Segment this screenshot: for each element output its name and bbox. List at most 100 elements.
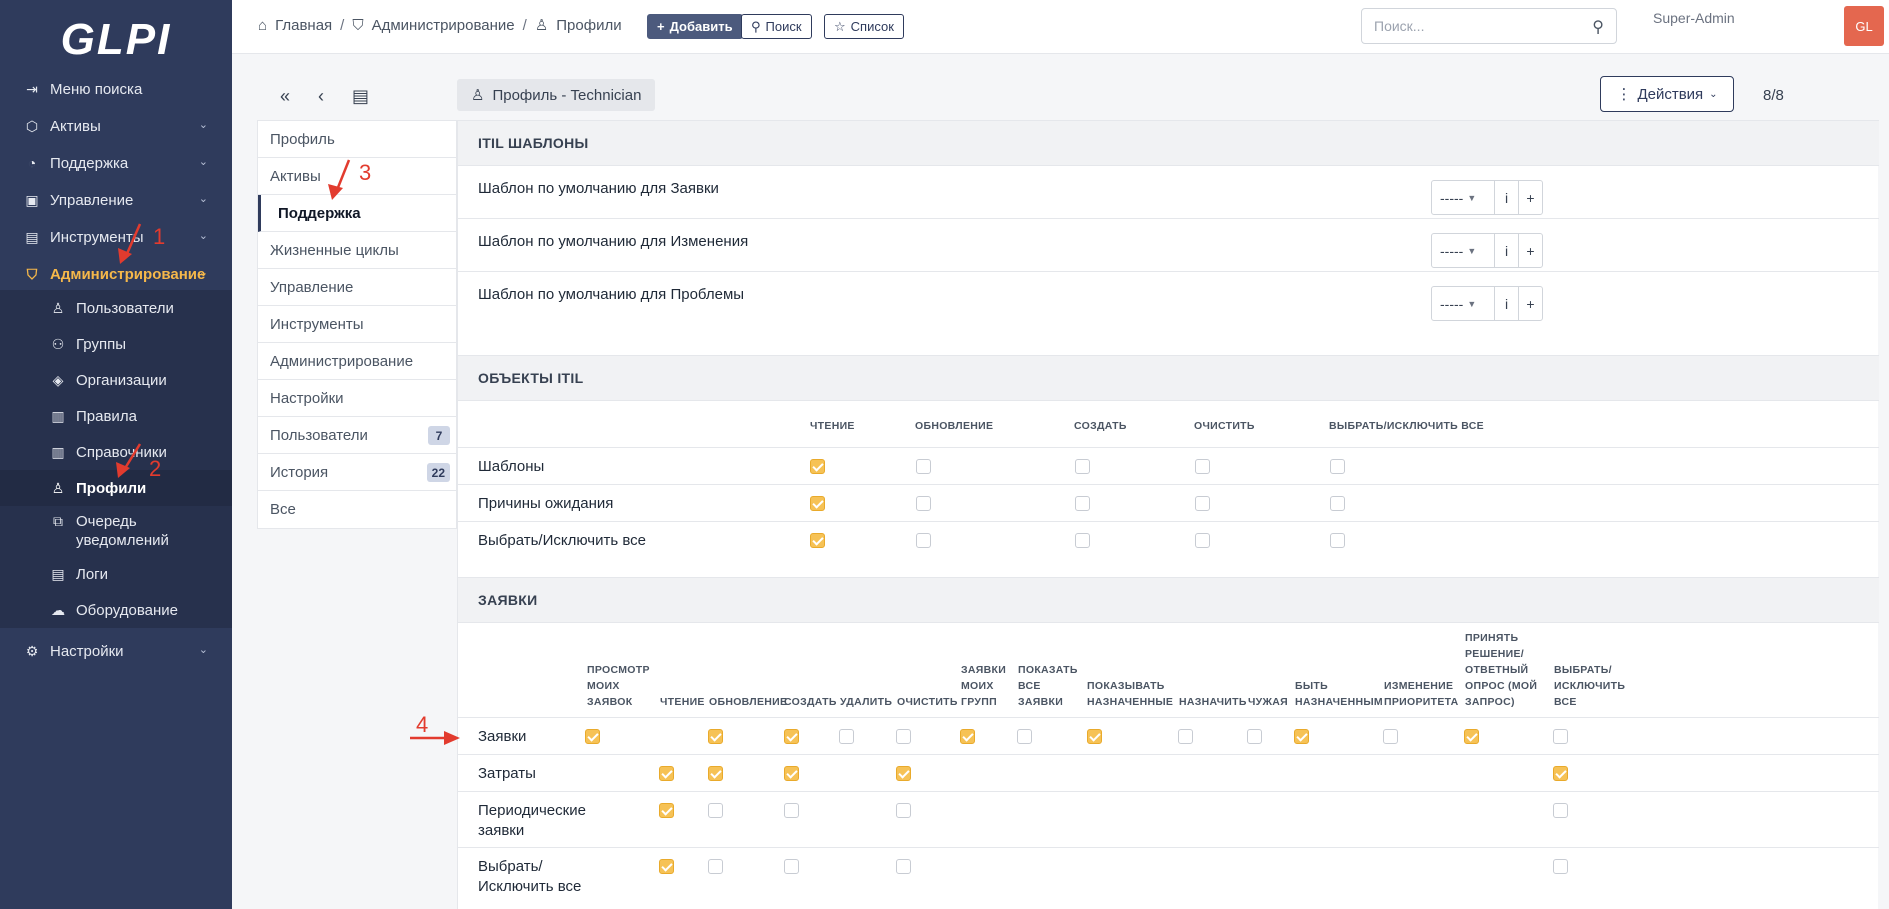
section-header-itil-objects: ОБЪЕКТЫ ITIL: [458, 355, 1879, 401]
info-button[interactable]: i: [1494, 287, 1518, 320]
permission-checkbox[interactable]: [960, 729, 975, 744]
sidebar-item-tools[interactable]: ▤ Инструменты ⌄: [0, 219, 232, 255]
avatar[interactable]: GL: [1844, 6, 1884, 46]
permission-checkbox[interactable]: [810, 496, 825, 511]
permission-checkbox[interactable]: [810, 459, 825, 474]
permission-checkbox[interactable]: [1195, 496, 1210, 511]
actions-button[interactable]: ⋮ Действия ⌄: [1600, 76, 1734, 112]
tab-settings[interactable]: Настройки: [258, 380, 456, 417]
glpi-logo[interactable]: GLPI: [0, 0, 232, 80]
sidebar-subitem-logs[interactable]: ▤ Логи: [0, 556, 232, 592]
tab-history[interactable]: История 22: [258, 454, 456, 491]
tab-users[interactable]: Пользователи 7: [258, 417, 456, 454]
sidebar-item-search-menu[interactable]: ⇥ Меню поиска: [0, 71, 232, 107]
global-search-input[interactable]: Поиск... ⚲: [1361, 8, 1617, 44]
permission-checkbox[interactable]: [1553, 766, 1568, 781]
permission-checkbox[interactable]: [784, 729, 799, 744]
add-template-button[interactable]: +: [1518, 181, 1542, 214]
sidebar-item-administration[interactable]: ⛉ Администрирование ⌄: [0, 256, 232, 292]
permission-checkbox[interactable]: [784, 859, 799, 874]
sidebar-subitem-rules[interactable]: ▥ Правила: [0, 398, 232, 434]
permission-checkbox[interactable]: [839, 729, 854, 744]
permission-checkbox[interactable]: [1087, 729, 1102, 744]
add-button[interactable]: + Добавить: [647, 14, 743, 39]
breadcrumb-administration[interactable]: Администрирование: [372, 17, 515, 34]
ticket-template-select[interactable]: ----- ▼: [1432, 181, 1494, 214]
search-icon[interactable]: ⚲: [1592, 17, 1604, 37]
sidebar-item-assets[interactable]: ⬡ Активы ⌄: [0, 108, 232, 144]
permission-checkbox[interactable]: [708, 729, 723, 744]
permission-checkbox[interactable]: [1247, 729, 1262, 744]
info-button[interactable]: i: [1494, 181, 1518, 214]
permission-checkbox[interactable]: [1553, 803, 1568, 818]
change-template-select[interactable]: ----- ▼: [1432, 234, 1494, 267]
permission-checkbox[interactable]: [1195, 533, 1210, 548]
permission-checkbox[interactable]: [659, 803, 674, 818]
info-button[interactable]: i: [1494, 234, 1518, 267]
permission-checkbox[interactable]: [1195, 459, 1210, 474]
sidebar-item-management[interactable]: ▣ Управление ⌄: [0, 182, 232, 218]
permission-checkbox[interactable]: [1294, 729, 1309, 744]
tab-profile[interactable]: Профиль: [258, 121, 456, 158]
sidebar-subitem-users[interactable]: ♙ Пользователи: [0, 290, 232, 326]
permission-checkbox[interactable]: [784, 766, 799, 781]
list-button[interactable]: ☆ Список: [824, 14, 904, 39]
permission-checkbox[interactable]: [1330, 533, 1345, 548]
permission-checkbox[interactable]: [708, 803, 723, 818]
permission-checkbox[interactable]: [1075, 496, 1090, 511]
shield-icon: ⛉: [352, 16, 364, 34]
permission-checkbox[interactable]: [896, 803, 911, 818]
tab-assets[interactable]: Активы: [258, 158, 456, 195]
permission-checkbox[interactable]: [896, 729, 911, 744]
column-header: ОБНОВЛЕНИЕ: [709, 696, 788, 708]
permission-checkbox[interactable]: [708, 859, 723, 874]
tab-tools[interactable]: Инструменты: [258, 306, 456, 343]
previous-record-icon[interactable]: ‹: [318, 86, 324, 107]
permission-checkbox[interactable]: [896, 859, 911, 874]
permission-checkbox[interactable]: [916, 533, 931, 548]
profile-title-text: Профиль - Technician: [492, 86, 642, 104]
permission-checkbox[interactable]: [916, 496, 931, 511]
sidebar-subitem-entities[interactable]: ◈ Организации: [0, 362, 232, 398]
permission-checkbox[interactable]: [1383, 729, 1398, 744]
sidebar-item-settings[interactable]: ⚙ Настройки ⌄: [0, 633, 232, 669]
sidebar-subitem-groups[interactable]: ⚇ Группы: [0, 326, 232, 362]
permission-checkbox[interactable]: [896, 766, 911, 781]
permission-checkbox[interactable]: [784, 803, 799, 818]
sidebar-subitem-dropdowns[interactable]: ▥ Справочники: [0, 434, 232, 470]
list-view-icon[interactable]: ▤: [352, 86, 369, 107]
permission-checkbox[interactable]: [1553, 859, 1568, 874]
add-template-button[interactable]: +: [1518, 234, 1542, 267]
tab-administration[interactable]: Администрирование: [258, 343, 456, 380]
permission-checkbox[interactable]: [1553, 729, 1568, 744]
permission-checkbox[interactable]: [1330, 459, 1345, 474]
permission-checkbox[interactable]: [1075, 459, 1090, 474]
sidebar-subitem-notification-queue[interactable]: ⧉ Очередь уведомлений: [0, 508, 232, 554]
tab-all[interactable]: Все: [258, 491, 456, 528]
permission-checkbox[interactable]: [1330, 496, 1345, 511]
tab-life-cycles[interactable]: Жизненные циклы: [258, 232, 456, 269]
permission-checkbox[interactable]: [916, 459, 931, 474]
breadcrumb-profiles[interactable]: Профили: [556, 17, 621, 34]
permission-checkbox[interactable]: [1075, 533, 1090, 548]
search-button[interactable]: ⚲ Поиск: [741, 14, 812, 39]
add-template-button[interactable]: +: [1518, 287, 1542, 320]
problem-template-select[interactable]: ----- ▼: [1432, 287, 1494, 320]
breadcrumb-home[interactable]: Главная: [275, 17, 332, 34]
permission-checkbox[interactable]: [1178, 729, 1193, 744]
permission-checkbox[interactable]: [708, 766, 723, 781]
sidebar-subitem-inventory[interactable]: ☁ Оборудование: [0, 592, 232, 628]
permission-checkbox[interactable]: [585, 729, 600, 744]
tab-support[interactable]: Поддержка: [258, 195, 456, 232]
user-name[interactable]: Super-Admin: [1653, 10, 1735, 26]
tab-management[interactable]: Управление: [258, 269, 456, 306]
sidebar-item-support[interactable]: ◔ Поддержка ⌄: [0, 145, 232, 181]
sidebar-subitem-profiles[interactable]: ♙ Профили: [0, 470, 232, 506]
first-record-icon[interactable]: «: [280, 86, 290, 107]
permission-checkbox[interactable]: [659, 766, 674, 781]
permission-checkbox[interactable]: [810, 533, 825, 548]
permission-checkbox[interactable]: [1464, 729, 1479, 744]
permission-checkbox[interactable]: [659, 859, 674, 874]
permission-checkbox[interactable]: [1017, 729, 1032, 744]
template-select-group: ----- ▼ i +: [1431, 286, 1543, 321]
